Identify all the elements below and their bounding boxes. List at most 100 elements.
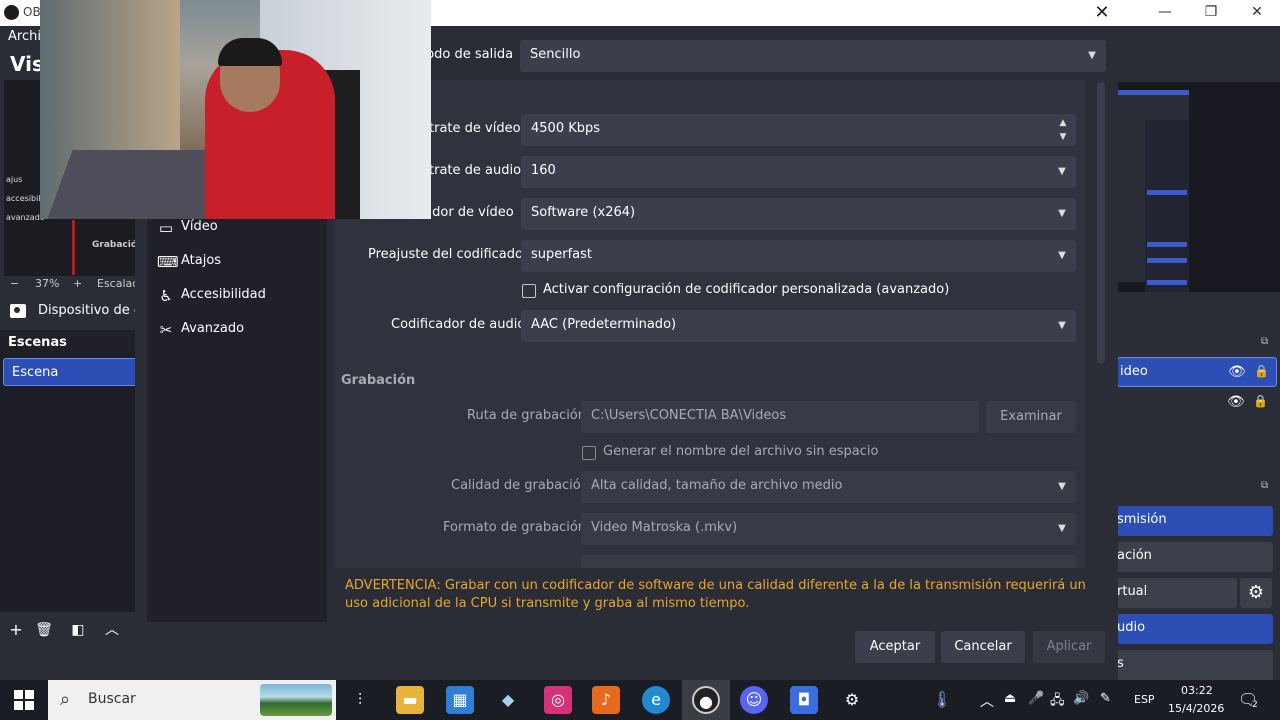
chevron-up-icon[interactable]: ▲ <box>1056 117 1070 129</box>
zoom-out-button[interactable]: − <box>10 277 19 290</box>
scene-item[interactable]: Escena <box>3 358 137 386</box>
category-advanced[interactable]: ✂ Avanzado <box>157 318 327 342</box>
gear-icon[interactable]: ⚙ <box>1240 578 1272 608</box>
preview-bar <box>1117 90 1189 95</box>
source-item-selected[interactable]: ideo 👁 🔒 <box>1117 357 1277 387</box>
audio-encoder-dropdown[interactable]: AAC (Predeterminado) ▼ <box>521 310 1076 342</box>
maximize-button[interactable]: ❐ <box>1188 2 1234 24</box>
category-label: Accesibilidad <box>181 287 266 302</box>
file-explorer-icon[interactable]: ▬ <box>396 686 424 714</box>
preview-bar <box>1147 258 1187 263</box>
recording-quality-dropdown[interactable]: Alta calidad, tamaño de archivo medio ▼ <box>581 471 1076 503</box>
preview-bar <box>1147 190 1187 195</box>
preview-text-3: avanzado <box>6 213 45 222</box>
undock-icon[interactable]: ⧉ <box>1261 336 1273 348</box>
browse-button[interactable]: Examinar <box>986 401 1076 433</box>
task-view-icon[interactable]: ⫶ <box>346 686 374 714</box>
encoder-preset-dropdown[interactable]: superfast ▼ <box>521 240 1076 272</box>
webcam-preview <box>40 0 431 219</box>
chevron-down-icon: ▼ <box>1058 250 1066 261</box>
no-space-checkbox[interactable] <box>582 446 596 460</box>
accept-label: Aceptar <box>869 639 921 654</box>
video-encoder-dropdown[interactable]: Software (x264) ▼ <box>521 198 1076 230</box>
scenes-title: Escenas <box>8 335 67 350</box>
clock-time[interactable]: 03:22 <box>1181 684 1213 697</box>
instagram-icon[interactable]: ◎ <box>544 686 572 714</box>
category-label: Atajos <box>181 253 222 268</box>
fl-studio-icon[interactable]: ♪ <box>592 686 620 714</box>
lock-icon[interactable]: 🔒 <box>1254 364 1269 380</box>
lock-icon[interactable]: 🔒 <box>1253 394 1268 410</box>
zoom-in-button[interactable]: + <box>73 277 82 290</box>
audio-bitrate-dropdown[interactable]: 160 ▼ <box>521 156 1076 188</box>
clock-date[interactable]: 15/4/2026 <box>1168 702 1224 715</box>
right-preview-inner <box>1117 90 1189 292</box>
close-window-button[interactable]: ✕ <box>1234 2 1280 24</box>
edge-icon[interactable]: e <box>642 686 670 714</box>
search-icon: ⌕ <box>60 689 71 710</box>
chevron-down-icon: ▼ <box>1058 208 1066 219</box>
add-scene-icon[interactable]: + <box>6 620 26 640</box>
discord-icon[interactable]: ☺ <box>740 686 768 714</box>
recording-section-title: Grabación <box>341 373 416 388</box>
windows-start-icon[interactable] <box>14 690 34 710</box>
roblox-icon[interactable]: ◘ <box>790 686 818 714</box>
temperature-icon[interactable]: 🌡 <box>928 686 956 714</box>
chevron-down-icon[interactable]: ▼ <box>1056 131 1070 143</box>
minimize-button[interactable]: — <box>1142 2 1188 24</box>
language-indicator[interactable]: ESP <box>1134 693 1155 706</box>
start-recording-button[interactable]: ación <box>1117 542 1273 572</box>
virtual-camera-button[interactable]: rtual <box>1117 578 1237 608</box>
notes-app-icon[interactable]: ◆ <box>494 686 522 714</box>
chevron-up-icon[interactable]: ︿ <box>102 620 122 640</box>
recording-path-value: C:\Users\CONECTIA BA\Videos <box>591 408 787 423</box>
source-device-row[interactable]: Dispositivo de ca <box>0 300 149 324</box>
store-icon[interactable]: ▦ <box>446 686 474 714</box>
category-hotkeys[interactable]: ⌨ Atajos <box>157 250 327 274</box>
video-bitrate-input[interactable]: 4500 Kbps ▲ ▼ <box>521 114 1076 146</box>
scene-item-label: Escena <box>12 365 59 380</box>
trash-icon[interactable]: 🗑 <box>34 620 54 640</box>
recording-extra-dropdown[interactable] <box>581 555 1076 568</box>
accessibility-icon: ♿ <box>159 287 173 305</box>
category-video[interactable]: ▭ Vídeo <box>157 216 327 240</box>
no-space-checkbox-row[interactable]: Generar el nombre del archivo sin espaci… <box>582 443 982 463</box>
settings-gear-icon[interactable]: ⚙ <box>838 686 866 714</box>
usb-icon[interactable]: ⏏ <box>1004 691 1016 706</box>
close-icon[interactable]: ✕ <box>1090 2 1114 24</box>
chevron-down-icon: ▼ <box>1058 166 1066 177</box>
taskbar-search[interactable]: ⌕ Buscar <box>48 680 336 720</box>
recording-path-input[interactable]: C:\Users\CONECTIA BA\Videos <box>581 401 979 433</box>
chevron-up-icon[interactable]: ︿ <box>980 691 994 711</box>
pen-icon[interactable]: ✎ <box>1100 691 1111 706</box>
custom-encoder-checkbox-row[interactable]: Activar configuración de codificador per… <box>522 281 1082 301</box>
eye-icon[interactable]: 👁 <box>1228 364 1246 380</box>
recording-format-dropdown[interactable]: Video Matroska (.mkv) ▼ <box>581 513 1076 545</box>
studio-mode-button[interactable]: udio <box>1117 614 1273 644</box>
output-mode-dropdown[interactable]: Sencillo ▼ <box>520 40 1106 72</box>
exit-label: s <box>1117 656 1124 671</box>
start-streaming-button[interactable]: smisión <box>1117 506 1273 536</box>
category-accessibility[interactable]: ♿ Accesibilidad <box>157 284 327 308</box>
accept-button[interactable]: Aceptar <box>855 631 935 663</box>
right-preview-panel <box>1145 120 1189 292</box>
settings-scrollbar[interactable] <box>1097 82 1105 364</box>
custom-encoder-checkbox[interactable] <box>522 284 536 298</box>
recording-quality-label: Calidad de grabación <box>451 478 589 493</box>
microphone-icon[interactable]: 🎤 <box>1028 691 1044 706</box>
obs-window-title: OB <box>23 5 41 19</box>
preview-bar <box>1147 280 1187 285</box>
undock-icon[interactable]: ⧉ <box>1261 480 1273 492</box>
obs-app-icon <box>4 5 19 20</box>
filter-icon[interactable]: ◧ <box>68 620 88 640</box>
scale-label: Escalad <box>97 277 140 290</box>
obs-taskbar-icon[interactable]: ● <box>692 686 720 714</box>
audio-bitrate-value: 160 <box>531 163 556 178</box>
volume-icon[interactable]: 🔊 <box>1073 691 1089 706</box>
cancel-button[interactable]: Cancelar <box>941 631 1025 663</box>
exit-button[interactable]: s <box>1117 650 1273 680</box>
network-icon[interactable]: 🖧 <box>1050 691 1065 713</box>
eye-icon[interactable]: 👁 <box>1227 394 1245 410</box>
apply-button[interactable]: Aplicar <box>1033 631 1105 663</box>
zoom-bar: − 37% + Escalad <box>4 277 140 293</box>
